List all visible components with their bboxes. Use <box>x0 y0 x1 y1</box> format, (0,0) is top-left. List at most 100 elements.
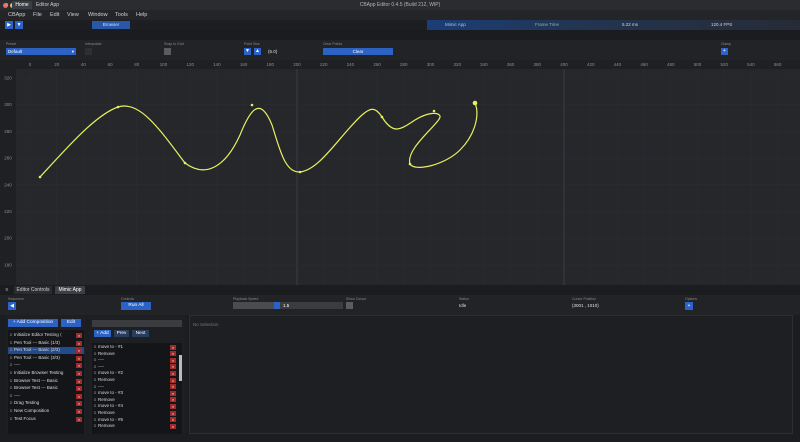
playback-speed-slider[interactable]: 1.5 <box>233 302 343 309</box>
show-cursor-toggle[interactable] <box>346 302 353 309</box>
drawing-canvas[interactable]: 0 20 40 60 80 100 120 140 160 180 200 220 240 260 280 3… <box>0 60 800 285</box>
x-tick-label: 560 <box>774 62 782 67</box>
next-step-button[interactable]: Next <box>132 330 149 337</box>
delete-step-button[interactable]: × <box>170 351 176 357</box>
composition-item[interactable]: ≡ New Composition × <box>8 408 84 415</box>
run-all-button[interactable]: Run All <box>121 302 151 310</box>
delete-composition-button[interactable]: × <box>76 340 82 346</box>
menu-cbapp[interactable]: CBApp <box>8 10 25 20</box>
menu-window[interactable]: Window <box>88 10 108 20</box>
sequence-back-button[interactable]: ◀ <box>8 302 16 310</box>
interpolate-toggle[interactable] <box>85 48 92 55</box>
curve-anchor-point[interactable] <box>298 170 302 174</box>
composition-item[interactable]: ≡ Browser Test --- Basic × <box>8 385 84 392</box>
delete-step-button[interactable]: × <box>170 344 176 350</box>
delete-composition-button[interactable]: × <box>76 409 82 414</box>
delete-composition-button[interactable]: × <box>76 416 82 422</box>
step-item[interactable]: ≡ move to - #5 × <box>92 417 178 424</box>
point-size-decrease-button[interactable]: ▼ <box>244 48 251 55</box>
step-item[interactable]: ≡ move to - #2 × <box>92 370 178 377</box>
curve-anchor-point[interactable] <box>38 175 42 179</box>
delete-step-button[interactable]: × <box>170 397 176 403</box>
curve-anchor-point[interactable] <box>380 115 384 119</box>
menu-edit[interactable]: Edit <box>50 10 59 20</box>
add-step-button[interactable]: + Add <box>94 330 111 337</box>
step-item[interactable]: ≡ ---- × <box>92 357 178 364</box>
canvas-graph[interactable]: 0 20 40 60 80 100 120 140 160 180 200 220 240 260 280 3… <box>0 60 800 285</box>
tab-menu-icon[interactable]: ≡ <box>3 1 11 9</box>
delete-step-button[interactable]: × <box>170 364 176 370</box>
step-item[interactable]: ≡ move to - #4 × <box>92 403 178 410</box>
snap-to-grid-toggle[interactable] <box>164 48 171 55</box>
delete-composition-button[interactable]: × <box>76 393 82 399</box>
step-item[interactable]: ≡ move to - #3 × <box>92 390 178 397</box>
delete-step-button[interactable]: × <box>170 410 176 416</box>
step-item[interactable]: ≡ ---- × <box>92 384 178 391</box>
step-item[interactable]: ≡ Remove × <box>92 423 178 430</box>
delete-composition-button[interactable]: × <box>76 355 82 361</box>
pen-curve-path[interactable] <box>39 102 478 178</box>
clamp-button[interactable]: + <box>721 48 728 55</box>
composition-item[interactable]: ≡ Test Focus × <box>8 416 84 423</box>
composition-item[interactable]: ≡ Pen Tool --- Basic (3/3) × <box>8 355 84 362</box>
delete-step-button[interactable]: × <box>170 377 176 383</box>
step-item[interactable]: ≡ Remove × <box>92 377 178 384</box>
delete-step-button[interactable]: × <box>170 357 176 363</box>
y-tick-label: 180 <box>4 262 12 267</box>
delete-composition-button[interactable]: × <box>76 348 82 354</box>
play-button[interactable]: ▶ <box>5 21 13 29</box>
step-item[interactable]: ≡ Remove × <box>92 397 178 404</box>
delete-composition-button[interactable]: × <box>76 333 82 338</box>
tab-mimic-app[interactable]: Mimic App <box>55 286 85 294</box>
menu-help[interactable]: Help <box>136 10 147 20</box>
step-item[interactable]: ≡ Remove × <box>92 410 178 417</box>
curve-anchor-point[interactable] <box>250 103 254 107</box>
preset-select[interactable]: Default ▾ <box>6 48 76 55</box>
steps-scrollbar[interactable] <box>179 355 182 381</box>
composition-item[interactable]: ≡ Pen Tool --- Basic (1/3) × <box>8 340 84 347</box>
delete-step-button[interactable]: × <box>170 371 176 377</box>
composition-item[interactable]: ≡ Initialize Browser Testing × <box>8 370 84 377</box>
point-size-increase-button[interactable]: ▲ <box>254 48 261 55</box>
delete-step-button[interactable]: × <box>170 417 176 423</box>
delete-composition-button[interactable]: × <box>76 378 82 384</box>
menu-tools[interactable]: Tools <box>115 10 128 20</box>
delete-step-button[interactable]: × <box>170 390 176 396</box>
delete-step-button[interactable]: × <box>170 404 176 410</box>
composition-item[interactable]: ≡ Browser Test --- Basic × <box>8 378 84 385</box>
delete-step-button[interactable]: × <box>170 384 176 390</box>
tab-editor-app[interactable]: Editor App <box>33 1 62 9</box>
tab-editor-controls[interactable]: Editor Controls <box>14 286 52 294</box>
curve-anchor-point[interactable] <box>183 161 187 165</box>
step-item[interactable]: ≡ Remove × <box>92 351 178 358</box>
composition-item[interactable]: ≡ ---- × <box>8 393 84 400</box>
browser-button[interactable]: Browser <box>92 21 130 29</box>
curve-anchor-point[interactable] <box>116 105 120 109</box>
delete-composition-button[interactable]: × <box>76 401 82 407</box>
clear-button[interactable]: Clear <box>323 48 393 55</box>
speed-slider-thumb[interactable] <box>274 302 280 309</box>
pause-button[interactable]: ▼ <box>15 21 23 29</box>
menu-view[interactable]: View <box>67 10 79 20</box>
bottom-tab-menu-icon[interactable]: ≡ <box>3 286 11 294</box>
composition-item[interactable]: ≡ Pen Tool --- Basic (2/3) × <box>8 347 84 354</box>
composition-item[interactable]: ≡ Initialize Editor Testing ⟨ × <box>8 332 84 339</box>
prev-step-button[interactable]: Prev <box>114 330 129 337</box>
composition-item[interactable]: ≡ Drag Testing × <box>8 400 84 407</box>
tab-home[interactable]: Home <box>12 1 32 9</box>
menu-file[interactable]: File <box>33 10 42 20</box>
delete-composition-button[interactable]: × <box>76 363 82 369</box>
edit-composition-button[interactable]: Edit <box>61 319 81 327</box>
curve-anchor-point[interactable] <box>472 100 478 106</box>
curve-anchor-point[interactable] <box>408 162 412 166</box>
curve-anchor-point[interactable] <box>432 109 436 113</box>
delete-composition-button[interactable]: × <box>76 386 82 392</box>
steps-search-field[interactable] <box>92 320 182 327</box>
delete-composition-button[interactable]: × <box>76 371 82 376</box>
step-item[interactable]: ≡ ---- × <box>92 364 178 371</box>
delete-step-button[interactable]: × <box>170 423 176 429</box>
composition-item[interactable]: ≡ ---- × <box>8 362 84 369</box>
add-composition-button[interactable]: + Add Composition <box>8 319 58 327</box>
step-item[interactable]: ≡ move to - #1 × <box>92 344 178 351</box>
options-button[interactable]: + <box>685 302 693 310</box>
